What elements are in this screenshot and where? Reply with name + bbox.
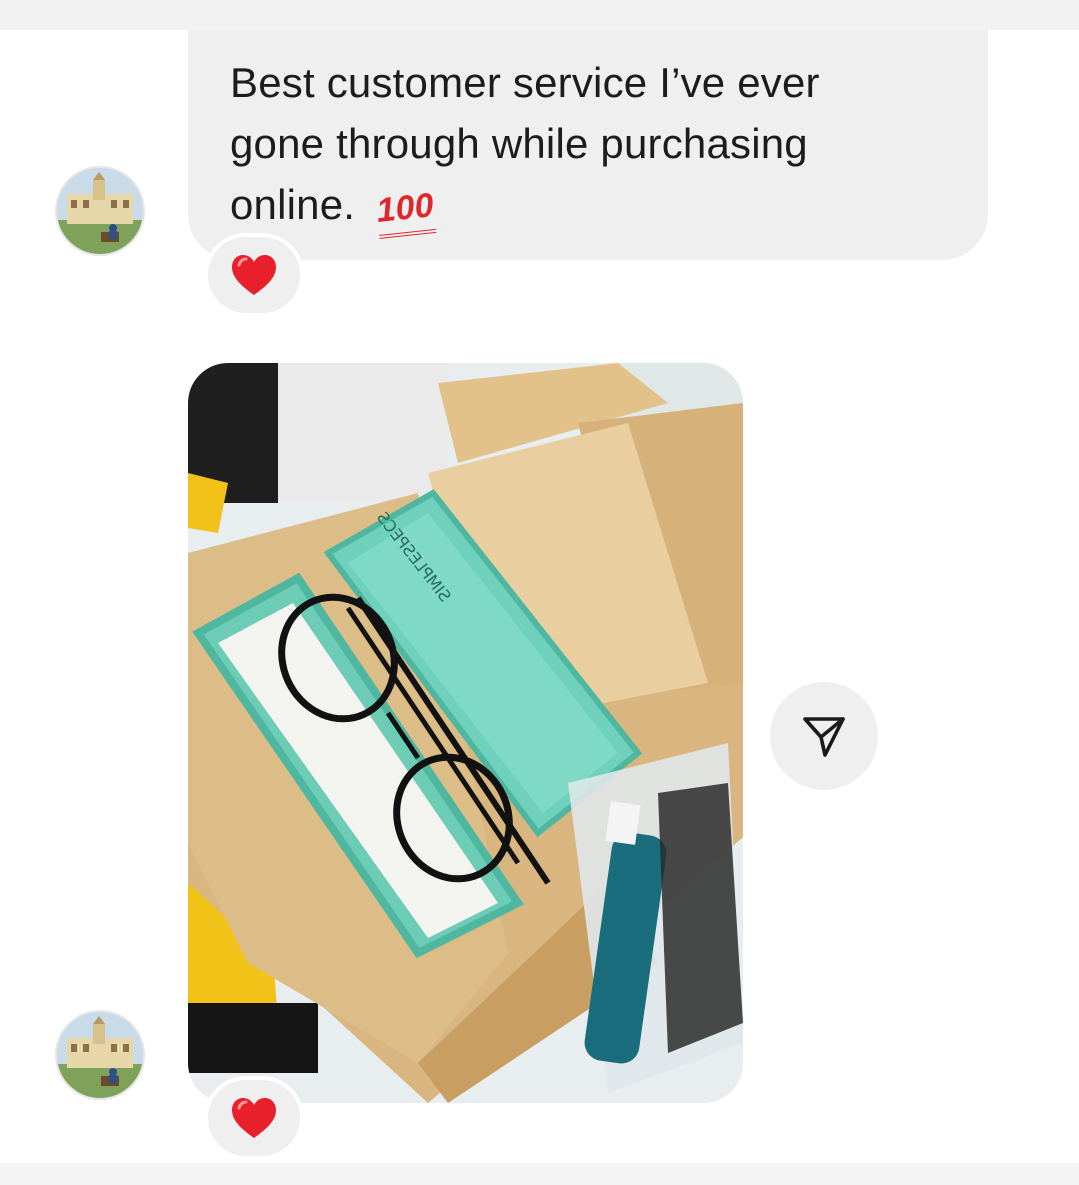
photo-attachment[interactable]: SIMPLESPECS (188, 363, 743, 1103)
heart-icon (232, 1098, 276, 1138)
message-reaction[interactable] (204, 233, 304, 317)
top-divider (0, 0, 1079, 30)
share-button[interactable] (770, 682, 878, 790)
photo-image: SIMPLESPECS (188, 363, 743, 1103)
paper-plane-icon (803, 717, 845, 757)
message-bubble[interactable]: Best customer service I’ve ever gone thr… (188, 30, 988, 260)
heart-icon (232, 255, 276, 295)
photo-reaction[interactable] (204, 1076, 304, 1160)
hundred-points-emoji: 100 (375, 186, 437, 239)
sender-avatar[interactable] (55, 166, 145, 256)
avatar-image (57, 168, 143, 254)
avatar-image-2 (57, 1012, 143, 1098)
sender-avatar-2[interactable] (55, 1010, 145, 1100)
bottom-divider (0, 1163, 1079, 1185)
message-text: Best customer service I’ve ever gone thr… (230, 52, 948, 239)
